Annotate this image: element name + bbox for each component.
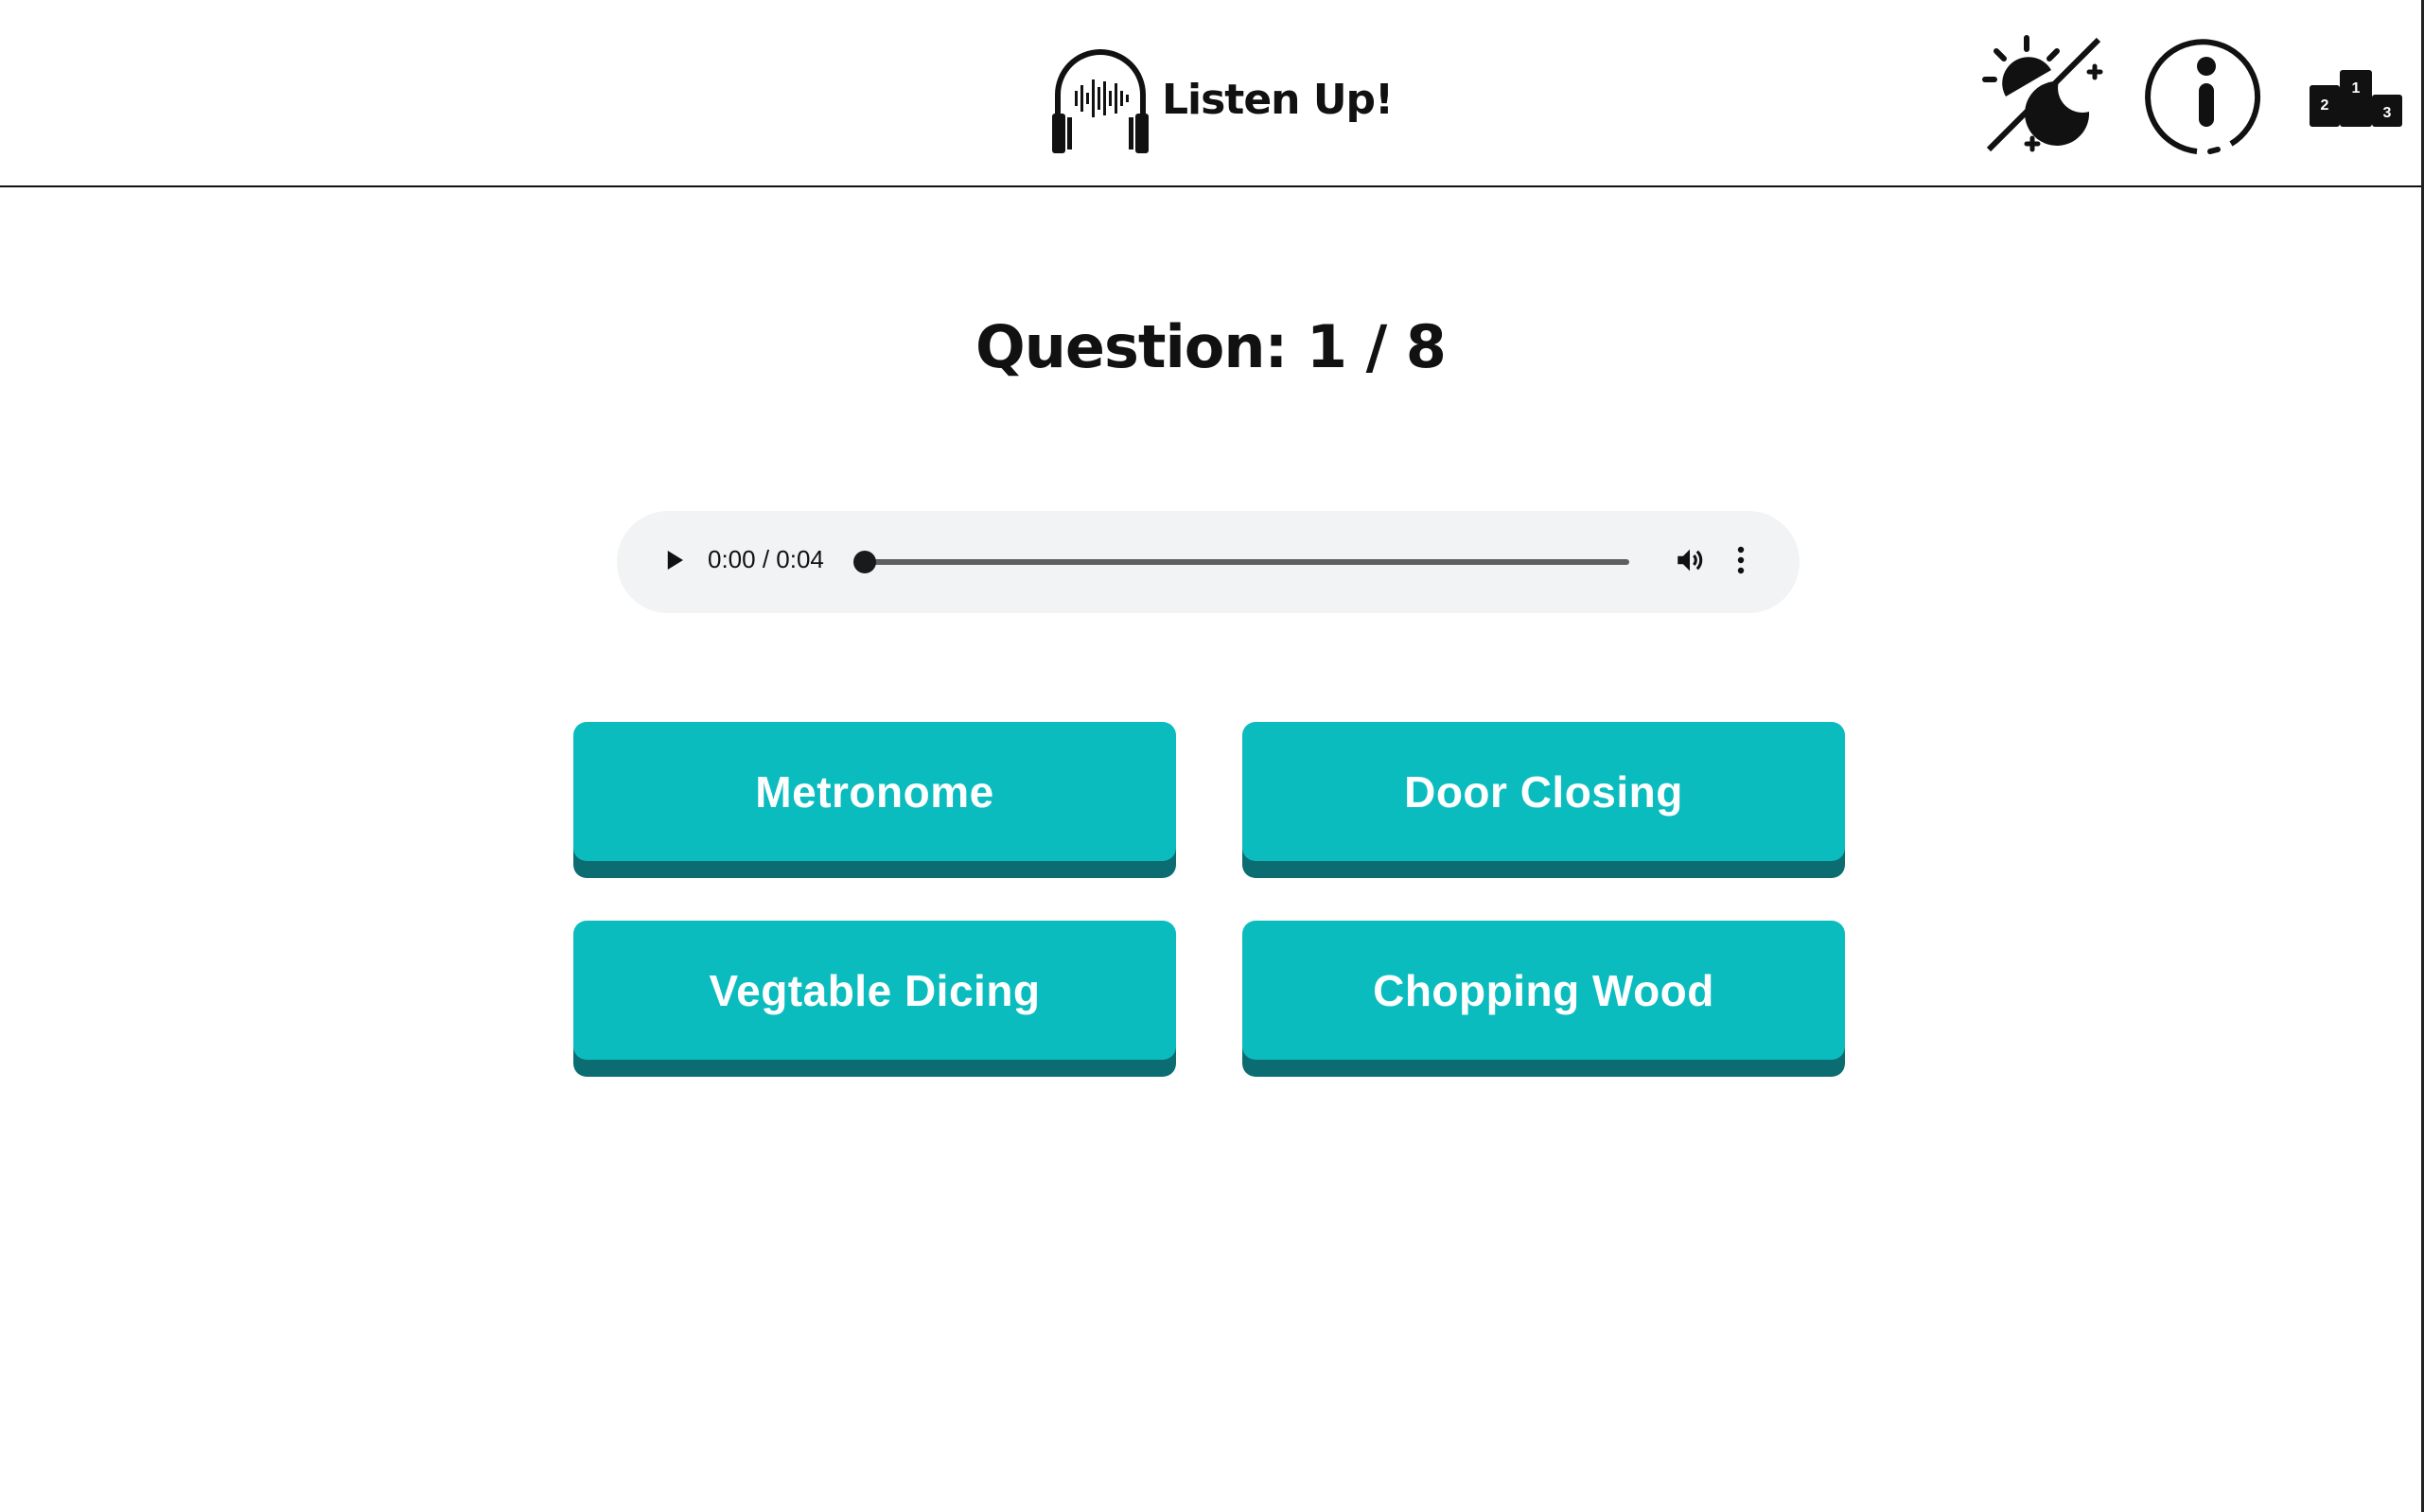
theme-toggle-button[interactable] xyxy=(1977,28,2110,161)
volume-icon xyxy=(1674,544,1706,581)
play-button[interactable] xyxy=(653,541,694,583)
app-root: Listen Up! 2 1 3 Question: 1 / 8 0:00 / … xyxy=(0,0,2424,1512)
info-button[interactable] xyxy=(2140,28,2273,161)
audio-player: 0:00 / 0:04 xyxy=(617,511,1800,613)
question-counter: Question: 1 / 8 xyxy=(975,312,1447,381)
answer-button-vegtable-dicing[interactable]: Vegtable Dicing xyxy=(573,921,1176,1060)
volume-button[interactable] xyxy=(1669,541,1711,583)
more-vertical-icon xyxy=(1737,546,1745,579)
info-icon xyxy=(2140,28,2273,161)
play-icon xyxy=(659,546,688,579)
answer-button-metronome[interactable]: Metronome xyxy=(573,722,1176,861)
brand: Listen Up! xyxy=(1048,38,1394,161)
time-display: 0:00 / 0:04 xyxy=(708,545,824,573)
podium-1-label: 1 xyxy=(2352,80,2361,97)
header: Listen Up! 2 1 3 xyxy=(0,0,2421,187)
podium-2-label: 2 xyxy=(2321,97,2329,114)
headphones-waveform-icon xyxy=(1048,38,1152,161)
leaderboard-button[interactable]: 2 1 3 xyxy=(2290,28,2422,161)
sun-moon-icon xyxy=(1977,28,2110,161)
podium-icon: 2 1 3 xyxy=(2304,57,2408,132)
answer-button-chopping-wood[interactable]: Chopping Wood xyxy=(1242,921,1845,1060)
app-title: Listen Up! xyxy=(1162,75,1394,124)
seek-track xyxy=(865,559,1629,565)
more-options-button[interactable] xyxy=(1730,541,1752,583)
answer-button-door-closing[interactable]: Door Closing xyxy=(1242,722,1845,861)
podium-3-label: 3 xyxy=(2383,105,2392,121)
seek-bar[interactable] xyxy=(853,551,1629,573)
seek-knob[interactable] xyxy=(853,551,876,573)
